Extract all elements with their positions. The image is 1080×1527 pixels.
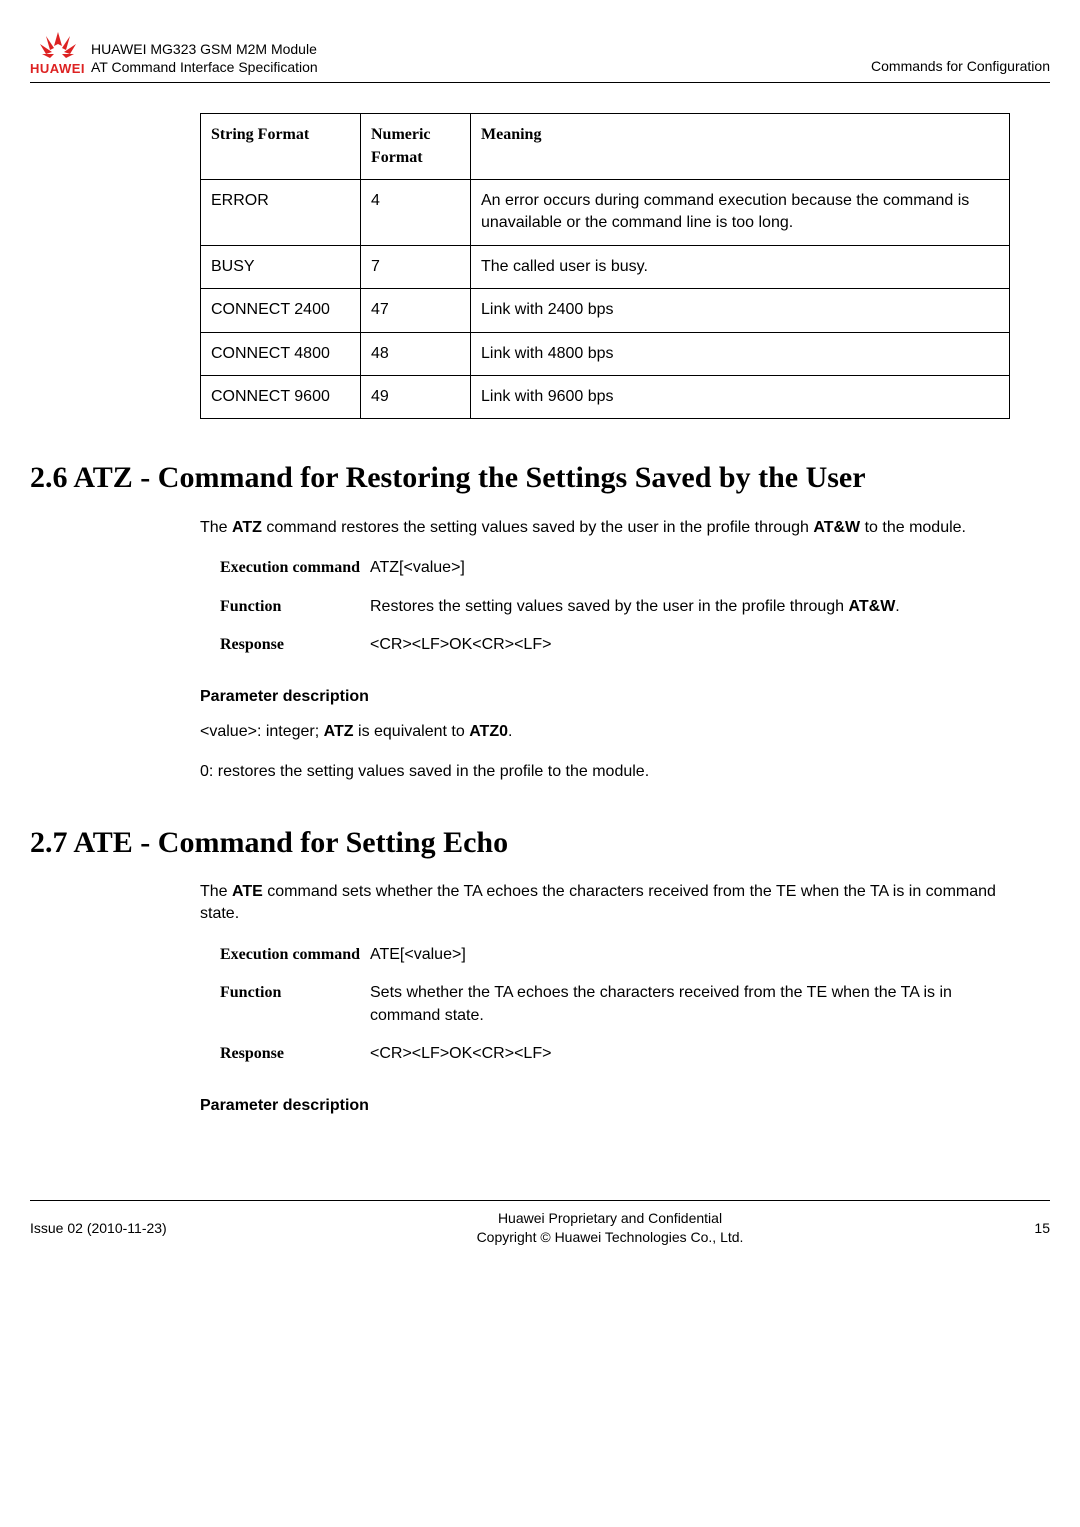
page-content: String Format Numeric Format Meaning ERR… xyxy=(30,83,1050,1140)
table-row: CONNECT 4800 48 Link with 4800 bps xyxy=(201,332,1010,375)
table-row: ERROR 4 An error occurs during command e… xyxy=(201,179,1010,245)
header-left: HUAWEI HUAWEI MG323 GSM M2M Module AT Co… xyxy=(30,30,318,78)
execution-command-label: Execution command xyxy=(220,557,370,579)
response-row: Response <CR><LF>OK<CR><LF> xyxy=(220,634,1010,656)
doc-title-line2: AT Command Interface Specification xyxy=(91,58,318,76)
footer-proprietary: Huawei Proprietary and Confidential xyxy=(230,1209,990,1229)
execution-command-row: Execution command ATE[<value>] xyxy=(220,944,1010,966)
footer-center: Huawei Proprietary and Confidential Copy… xyxy=(230,1209,990,1248)
page-footer: Issue 02 (2010-11-23) Huawei Proprietary… xyxy=(30,1200,1050,1278)
text: command restores the setting values save… xyxy=(262,519,813,536)
cell-string-format: ERROR xyxy=(201,179,361,245)
response-value: <CR><LF>OK<CR><LF> xyxy=(370,1043,1010,1065)
execution-command-row: Execution command ATZ[<value>] xyxy=(220,557,1010,579)
cell-string-format: BUSY xyxy=(201,245,361,288)
parameter-description-heading: Parameter description xyxy=(200,686,1010,708)
text: . xyxy=(508,723,512,740)
parameter-line2: 0: restores the setting values saved in … xyxy=(200,761,1010,783)
section-2-6-intro: The ATZ command restores the setting val… xyxy=(200,517,1010,539)
header-right-text: Commands for Configuration xyxy=(871,57,1050,79)
cell-string-format: CONNECT 9600 xyxy=(201,375,361,418)
header-titles: HUAWEI MG323 GSM M2M Module AT Command I… xyxy=(91,40,318,78)
text: <value>: integer; xyxy=(200,723,324,740)
text: command sets whether the TA echoes the c… xyxy=(200,883,996,922)
th-meaning: Meaning xyxy=(471,114,1010,180)
table-block: String Format Numeric Format Meaning ERR… xyxy=(200,113,1010,419)
execution-command-value: ATE[<value>] xyxy=(370,944,1010,966)
table-header-row: String Format Numeric Format Meaning xyxy=(201,114,1010,180)
text: Restores the setting values saved by the… xyxy=(370,598,849,615)
th-numeric-format: Numeric Format xyxy=(361,114,471,180)
function-value: Sets whether the TA echoes the character… xyxy=(370,982,1010,1027)
bold-atw: AT&W xyxy=(813,519,860,536)
section-heading-2-6: 2.6 ATZ - Command for Restoring the Sett… xyxy=(30,459,1050,497)
footer-copyright: Copyright © Huawei Technologies Co., Ltd… xyxy=(230,1228,990,1248)
footer-issue: Issue 02 (2010-11-23) xyxy=(30,1219,230,1239)
doc-title-line1: HUAWEI MG323 GSM M2M Module xyxy=(91,40,318,58)
bold-atz: ATZ xyxy=(232,519,262,536)
response-label: Response xyxy=(220,1043,370,1065)
bold-atw: AT&W xyxy=(849,598,896,615)
string-format-table: String Format Numeric Format Meaning ERR… xyxy=(200,113,1010,419)
bold-atz: ATZ xyxy=(324,723,354,740)
table-row: BUSY 7 The called user is busy. xyxy=(201,245,1010,288)
section-2-7-intro: The ATE command sets whether the TA echo… xyxy=(200,881,1010,926)
page-header: HUAWEI HUAWEI MG323 GSM M2M Module AT Co… xyxy=(30,30,1050,83)
bold-atz0: ATZ0 xyxy=(469,723,508,740)
response-label: Response xyxy=(220,634,370,656)
execution-command-value: ATZ[<value>] xyxy=(370,557,1010,579)
text: The xyxy=(200,519,232,536)
response-value: <CR><LF>OK<CR><LF> xyxy=(370,634,1010,656)
th-string-format: String Format xyxy=(201,114,361,180)
function-row: Function Restores the setting values sav… xyxy=(220,596,1010,618)
cell-numeric-format: 49 xyxy=(361,375,471,418)
response-row: Response <CR><LF>OK<CR><LF> xyxy=(220,1043,1010,1065)
text: to the module. xyxy=(860,519,966,536)
cell-numeric-format: 7 xyxy=(361,245,471,288)
text: The xyxy=(200,883,232,900)
function-label: Function xyxy=(220,982,370,1027)
text: . xyxy=(895,598,899,615)
brand-logo-block: HUAWEI xyxy=(30,30,85,78)
cell-meaning: Link with 4800 bps xyxy=(471,332,1010,375)
function-row: Function Sets whether the TA echoes the … xyxy=(220,982,1010,1027)
huawei-logo-icon xyxy=(36,30,80,60)
brand-name: HUAWEI xyxy=(30,60,85,78)
cell-numeric-format: 48 xyxy=(361,332,471,375)
function-value: Restores the setting values saved by the… xyxy=(370,596,1010,618)
cell-string-format: CONNECT 4800 xyxy=(201,332,361,375)
cell-meaning: Link with 9600 bps xyxy=(471,375,1010,418)
bold-ate: ATE xyxy=(232,883,263,900)
cell-meaning: Link with 2400 bps xyxy=(471,289,1010,332)
cell-numeric-format: 47 xyxy=(361,289,471,332)
cell-meaning: The called user is busy. xyxy=(471,245,1010,288)
parameter-line1: <value>: integer; ATZ is equivalent to A… xyxy=(200,721,1010,743)
text: is equivalent to xyxy=(354,723,470,740)
cell-string-format: CONNECT 2400 xyxy=(201,289,361,332)
table-row: CONNECT 2400 47 Link with 2400 bps xyxy=(201,289,1010,332)
function-label: Function xyxy=(220,596,370,618)
section-heading-2-7: 2.7 ATE - Command for Setting Echo xyxy=(30,824,1050,862)
cell-meaning: An error occurs during command execution… xyxy=(471,179,1010,245)
execution-command-label: Execution command xyxy=(220,944,370,966)
cell-numeric-format: 4 xyxy=(361,179,471,245)
parameter-description-heading: Parameter description xyxy=(200,1095,1010,1117)
footer-page-number: 15 xyxy=(990,1219,1050,1239)
table-row: CONNECT 9600 49 Link with 9600 bps xyxy=(201,375,1010,418)
